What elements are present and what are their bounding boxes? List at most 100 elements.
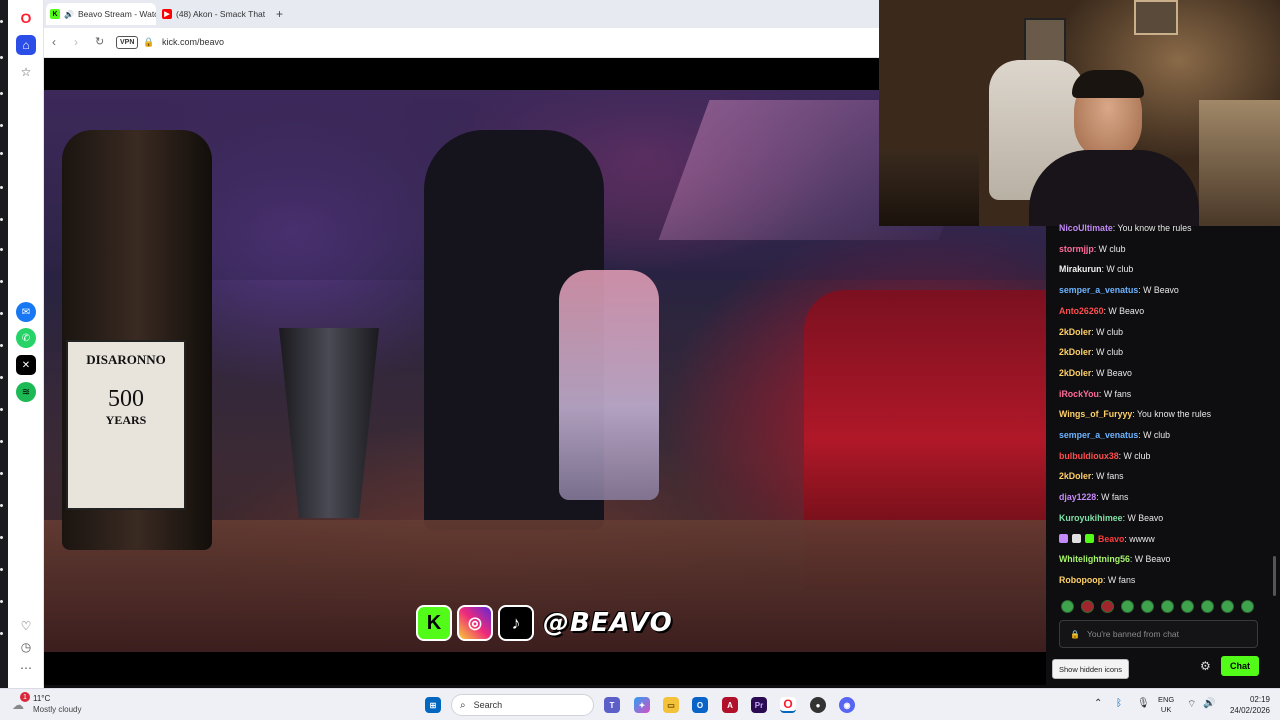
taskbar-search[interactable]: ⌕ Search <box>451 694 594 716</box>
wifi-icon[interactable]: ⌔ <box>1187 698 1196 711</box>
chat-username[interactable]: Anto26260 <box>1059 306 1104 316</box>
opera-taskbar-icon[interactable]: O <box>780 697 796 713</box>
chat-username[interactable]: 2kDoler <box>1059 327 1091 337</box>
outlook-icon[interactable]: O <box>692 697 708 713</box>
emote-icon[interactable] <box>1221 600 1234 613</box>
chat-username[interactable]: semper_a_venatus <box>1059 430 1138 440</box>
bluetooth-icon[interactable]: ᛒ <box>1116 698 1122 709</box>
vpn-badge[interactable]: VPN <box>116 36 139 49</box>
language-indicator[interactable]: ENG UK <box>1158 695 1174 715</box>
windows-start-icon[interactable]: ⊞ <box>425 697 441 713</box>
chat-username[interactable]: 2kDoler <box>1059 347 1091 357</box>
chat-username[interactable]: Mirakurun <box>1059 264 1102 274</box>
tab-beavo-stream[interactable]: K 🔊 Beavo Stream - Watch <box>46 3 156 25</box>
chat-username[interactable]: NicoUltimate <box>1059 223 1113 233</box>
emote-icon[interactable] <box>1121 600 1134 613</box>
tab-akon-video[interactable]: ▶ (48) Akon - Smack That ( <box>158 3 268 25</box>
chat-username[interactable]: Beavo <box>1098 534 1124 544</box>
x-twitter-icon[interactable]: ✕ <box>16 355 36 375</box>
language-code: ENG <box>1158 695 1175 704</box>
whatsapp-icon[interactable]: ✆ <box>16 328 36 348</box>
banned-label: You're banned from chat <box>1086 629 1180 639</box>
weather-icon[interactable]: ☁ 1 <box>12 692 30 712</box>
weather-temp[interactable]: 11°C <box>33 694 50 703</box>
chevron-up-icon[interactable]: ⌃ <box>1094 698 1102 709</box>
chat-username[interactable]: 2kDoler <box>1059 471 1091 481</box>
chat-text: W club <box>1106 264 1134 275</box>
chat-username[interactable]: Whitelightning56 <box>1059 554 1130 564</box>
emote-icon[interactable] <box>1081 600 1094 613</box>
app-icon[interactable]: ● <box>810 697 826 713</box>
more-icon[interactable]: ⋯ <box>16 658 36 678</box>
chat-username[interactable]: Wings_of_Furyyy <box>1059 409 1132 419</box>
reload-icon[interactable]: ↻ <box>95 35 104 48</box>
emote-icon[interactable] <box>1101 600 1114 613</box>
chat-message: Whitelightning56: W Beavo <box>1059 554 1170 564</box>
history-icon[interactable]: ◷ <box>16 637 36 657</box>
opera-logo-icon[interactable]: O <box>16 8 36 28</box>
chat-message: stormjjp: W club <box>1059 244 1125 254</box>
discord-icon[interactable]: ◉ <box>839 697 855 713</box>
chat-input-banned: 🔒 You're banned from chat <box>1059 620 1258 648</box>
weather-desc[interactable]: Mostly cloudy <box>33 705 81 714</box>
spotify-icon[interactable]: ≋ <box>16 382 36 402</box>
chat-text: W club <box>1098 243 1126 254</box>
file-explorer-icon[interactable]: ▭ <box>663 697 679 713</box>
glass-holder <box>279 328 379 518</box>
notification-badge: 1 <box>20 692 30 702</box>
chat-text: W Beavo <box>1096 367 1132 378</box>
chat-username[interactable]: Robopoop <box>1059 575 1103 585</box>
emote-icon[interactable] <box>1201 600 1214 613</box>
star-icon[interactable]: ☆ <box>16 62 36 82</box>
chat-text: W club <box>1096 326 1124 337</box>
url-field[interactable]: kick.com/beavo <box>162 37 224 47</box>
chat-send-button[interactable]: Chat <box>1221 656 1259 676</box>
instagram-icon: ◎ <box>457 605 493 641</box>
streamer-body <box>1029 150 1199 226</box>
messenger-icon[interactable]: ✉ <box>16 302 36 322</box>
plus-icon[interactable]: + <box>272 3 288 25</box>
home-icon[interactable]: ⌂ <box>16 35 36 55</box>
back-icon[interactable]: ‹ <box>52 35 56 49</box>
emote-icon[interactable] <box>1061 600 1074 613</box>
chat-text: W fans <box>1096 471 1124 482</box>
verified-badge-icon[interactable] <box>1085 533 1094 543</box>
microphone-badge-icon[interactable] <box>1059 533 1068 543</box>
lock-icon[interactable]: 🔒 <box>143 37 154 48</box>
clock[interactable]: 02:19 24/02/2026 <box>1224 694 1270 716</box>
dancer-figure <box>559 270 659 500</box>
emote-icon[interactable] <box>1161 600 1174 613</box>
lock-icon: 🔒 <box>1070 629 1080 639</box>
teams-icon[interactable]: T <box>604 697 620 713</box>
heart-icon[interactable]: ♡ <box>16 616 36 636</box>
chat-text: W Beavo <box>1134 554 1171 565</box>
forward-icon[interactable]: › <box>74 35 78 49</box>
copilot-icon[interactable]: ✦ <box>634 697 650 713</box>
adobe-icon[interactable]: A <box>722 697 738 713</box>
chat-username[interactable]: iRockYou <box>1059 389 1099 399</box>
chat-username[interactable]: Kuroyukihimee <box>1059 513 1123 523</box>
chat-text: W club <box>1123 450 1151 461</box>
emote-icon[interactable] <box>1241 600 1254 613</box>
chat-text: W club <box>1096 347 1124 358</box>
gear-icon[interactable]: ⚙ <box>1200 659 1211 673</box>
chat-message: 2kDoler: W fans <box>1059 471 1124 481</box>
speaker-icon[interactable]: 🔊 <box>64 10 74 19</box>
tiktok-icon: ♪ <box>498 605 534 641</box>
chat-username[interactable]: 2kDoler <box>1059 368 1091 378</box>
emote-icon[interactable] <box>1141 600 1154 613</box>
chat-username[interactable]: stormjjp <box>1059 244 1094 254</box>
microphone-icon[interactable]: 🎙 <box>1137 698 1150 709</box>
bottle-brand: DISARONNO <box>86 352 166 367</box>
chat-username[interactable]: semper_a_venatus <box>1059 285 1138 295</box>
emote-icon[interactable] <box>1181 600 1194 613</box>
premiere-icon[interactable]: Pr <box>751 697 767 713</box>
tab-label: (48) Akon - Smack That ( <box>176 9 268 19</box>
chat-text: W Beavo <box>1143 285 1179 296</box>
chat-username[interactable]: djay1228 <box>1059 492 1096 502</box>
room-door <box>1199 100 1280 226</box>
gift-badge-icon[interactable] <box>1072 533 1081 543</box>
chat-username[interactable]: bulbuldioux38 <box>1059 451 1119 461</box>
volume-icon[interactable]: 🔊 <box>1203 698 1215 709</box>
chat-scrollbar[interactable] <box>1273 556 1276 596</box>
